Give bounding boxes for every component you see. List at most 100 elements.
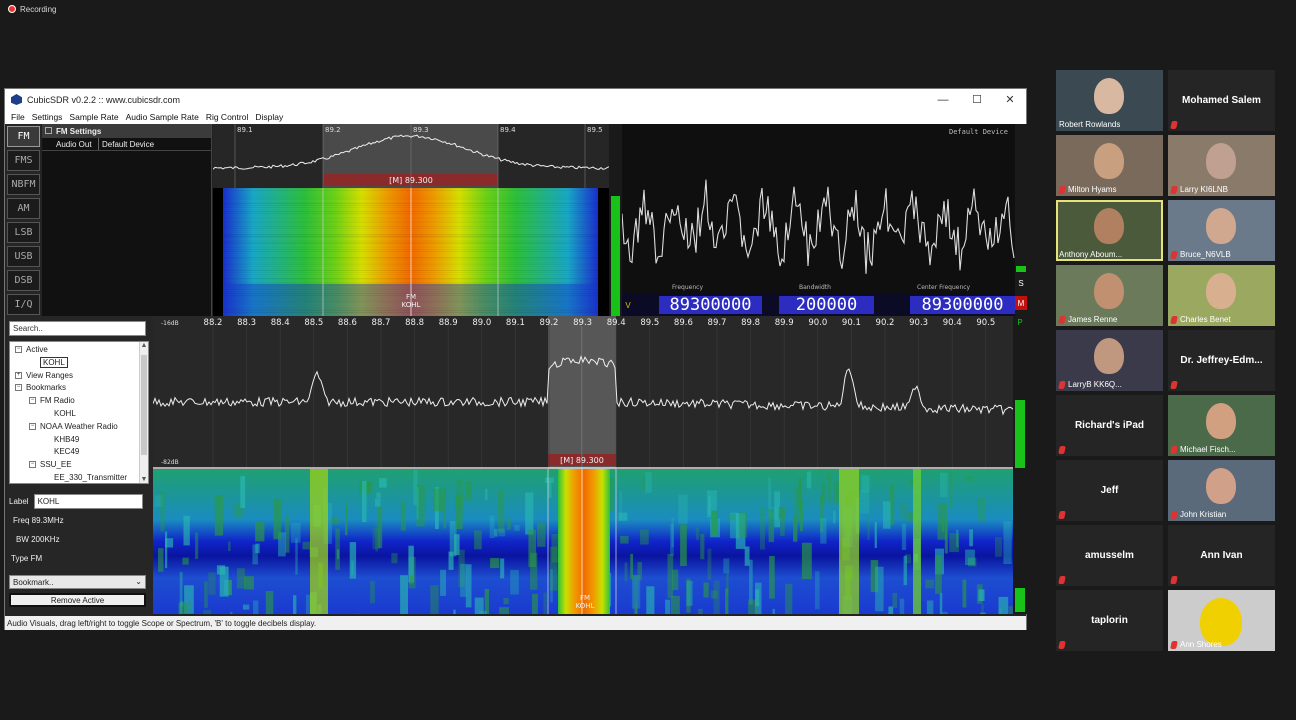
menu-sample-rate[interactable]: Sample Rate xyxy=(69,112,118,122)
menu-audio-sample-rate[interactable]: Audio Sample Rate xyxy=(126,112,199,122)
main-tick-label: 89.2 xyxy=(540,318,559,328)
bandwidth-display[interactable]: 200000 xyxy=(779,295,874,315)
mode-button-am[interactable]: AM xyxy=(7,198,40,219)
collapse-icon[interactable]: − xyxy=(29,422,36,430)
mode-button-dsb[interactable]: DSB xyxy=(7,270,40,291)
bookmark-select[interactable]: Bookmark.. ⌄ xyxy=(9,575,146,589)
mode-button-nbfm[interactable]: NBFM xyxy=(7,174,40,195)
spectrum-gain-meter[interactable]: P xyxy=(1013,316,1027,614)
collapse-icon[interactable]: − xyxy=(15,384,22,392)
squelch-toggle[interactable]: S xyxy=(1015,276,1027,290)
menu-rig-control[interactable]: Rig Control xyxy=(206,112,249,122)
main-tick-label: 88.2 xyxy=(204,318,223,328)
tree-node[interactable]: + View Ranges xyxy=(15,370,73,381)
label-input[interactable]: KOHL xyxy=(33,494,143,509)
peak-hold-toggle[interactable]: P xyxy=(1015,318,1025,330)
mute-toggle[interactable]: M xyxy=(1015,296,1027,310)
muted-mic-icon xyxy=(1170,510,1178,519)
scroll-down-icon[interactable]: ▼ xyxy=(140,476,148,483)
minimize-button[interactable]: — xyxy=(926,89,960,110)
main-waterfall[interactable]: FMKOHL xyxy=(153,469,1013,614)
participant-tile[interactable]: Anthony Aboum... xyxy=(1056,200,1163,261)
participant-tile[interactable]: Ann Shores xyxy=(1168,590,1275,651)
menu-display[interactable]: Display xyxy=(255,112,283,122)
main-tick-label: 88.3 xyxy=(237,318,256,328)
muted-mic-icon xyxy=(1058,315,1066,324)
audio-out-value[interactable]: Default Device xyxy=(99,138,154,150)
volume-toggle[interactable]: V xyxy=(622,298,634,312)
collapse-icon[interactable]: − xyxy=(29,461,36,469)
mode-button-lsb[interactable]: LSB xyxy=(7,222,40,243)
center-frequency-display[interactable]: 89300000 xyxy=(910,295,1015,315)
gain-meter[interactable]: S M xyxy=(1015,124,1027,316)
menu-settings[interactable]: Settings xyxy=(32,112,63,122)
tree-node[interactable]: KEC49 xyxy=(43,446,79,457)
top-waterfall-label-mode: FM xyxy=(406,293,416,301)
tree-node[interactable]: KOHL xyxy=(43,408,76,419)
mode-button-fms[interactable]: FMS xyxy=(7,150,40,171)
participant-tile[interactable]: Ann Ivan xyxy=(1168,525,1275,586)
recording-indicator: Recording xyxy=(8,3,56,15)
tree-node[interactable]: − Active xyxy=(15,344,48,355)
main-spectrum[interactable]: 88.2 88.3 88.4 88.5 88.6 88.7 88.8 88.9 89.0 89.1… xyxy=(153,316,1013,469)
participant-tile[interactable]: amusselm xyxy=(1056,525,1163,586)
mode-button-usb[interactable]: USB xyxy=(7,246,40,267)
participant-status-row xyxy=(1170,381,1178,389)
participant-tile[interactable]: Dr. Jeffrey-Edm... xyxy=(1168,330,1275,391)
tree-node[interactable]: EE_330_Transmitter xyxy=(43,472,127,483)
fm-settings-header[interactable]: FM Settings xyxy=(42,124,211,138)
maximize-button[interactable]: ☐ xyxy=(960,89,994,110)
participant-name: amusselm xyxy=(1085,550,1134,561)
participant-tile[interactable]: Bruce_N6VLB xyxy=(1168,200,1275,261)
main-spectrum-panel[interactable]: 88.2 88.3 88.4 88.5 88.6 88.7 88.8 88.9 89.0 89.1… xyxy=(153,316,1013,469)
participant-tile[interactable]: James Renne xyxy=(1056,265,1163,326)
mode-button-fm[interactable]: FM xyxy=(7,126,40,147)
main-waterfall-label-mode: FM xyxy=(580,594,590,602)
audio-scope-panel[interactable]: Default Device xyxy=(622,124,1015,294)
participant-tile[interactable]: Larry KI6LNB xyxy=(1168,135,1275,196)
tree-node[interactable]: − Bookmarks xyxy=(15,382,66,393)
collapse-icon[interactable]: − xyxy=(15,346,22,353)
demod-spectrum-panel[interactable]: 89.1 89.2 89.3 89.4 89.5 [M] 89.300 FM KOHL xyxy=(213,124,609,316)
bandwidth-label: Bandwidth xyxy=(799,284,831,291)
remove-active-button[interactable]: Remove Active xyxy=(9,593,146,607)
participant-name-row: LarryB KK6Q... xyxy=(1058,380,1122,389)
main-waterfall-panel[interactable]: FM KOHL xyxy=(153,469,1013,614)
muted-mic-icon xyxy=(1170,576,1178,584)
mode-button-iq[interactable]: I/Q xyxy=(7,294,40,315)
frequency-display[interactable]: 89300000 xyxy=(659,295,762,315)
participant-tile[interactable]: Mohamed Salem xyxy=(1168,70,1275,131)
bookmark-search-input[interactable]: Search.. xyxy=(9,321,146,336)
audio-scope[interactable]: Default Device xyxy=(622,124,1015,294)
participant-tile[interactable]: taplorin xyxy=(1056,590,1163,651)
demod-spectrum[interactable]: 89.1 89.2 89.3 89.4 89.5 [M] 89.300 FMKOHL xyxy=(213,124,609,316)
scroll-thumb[interactable] xyxy=(141,355,147,455)
tree-scrollbar[interactable]: ▲ ▼ xyxy=(139,342,148,483)
participant-name-row: Milton Hyams xyxy=(1058,185,1116,194)
tree-node[interactable]: KHB49 xyxy=(43,434,79,445)
participant-tile[interactable]: Charles Benet xyxy=(1168,265,1275,326)
menu-file[interactable]: File xyxy=(11,112,25,122)
scroll-up-icon[interactable]: ▲ xyxy=(140,342,148,349)
participant-tile[interactable]: Michael Fisch... xyxy=(1168,395,1275,456)
tree-node[interactable]: KOHL xyxy=(29,356,68,368)
collapse-icon[interactable]: − xyxy=(29,397,36,405)
audio-out-row[interactable]: Audio Out Default Device xyxy=(42,138,211,151)
participant-tile[interactable]: Jeff xyxy=(1056,460,1163,521)
participant-tile[interactable]: John Kristian xyxy=(1168,460,1275,521)
collapse-icon[interactable] xyxy=(45,127,52,134)
expand-icon[interactable]: + xyxy=(15,371,22,379)
participant-tile[interactable]: Milton Hyams xyxy=(1056,135,1163,196)
top-tick-label: 89.5 xyxy=(587,126,603,134)
participant-tile[interactable]: Robert Rowlands xyxy=(1056,70,1163,131)
participant-name: Charles Benet xyxy=(1180,315,1231,324)
participant-video xyxy=(1206,468,1236,504)
tree-node[interactable]: − FM Radio xyxy=(29,395,75,406)
tree-node[interactable]: − SSU_EE xyxy=(29,459,72,470)
bookmark-tree[interactable]: ▲ ▼ − Active KOHL + View Ranges − Bookmarks − FM… xyxy=(9,341,149,484)
demod-level-meter[interactable] xyxy=(609,124,622,316)
participant-tile[interactable]: LarryB KK6Q... xyxy=(1056,330,1163,391)
tree-node[interactable]: − NOAA Weather Radio xyxy=(29,421,118,432)
close-button[interactable]: ✕ xyxy=(993,89,1027,110)
participant-tile[interactable]: Richard's iPad xyxy=(1056,395,1163,456)
